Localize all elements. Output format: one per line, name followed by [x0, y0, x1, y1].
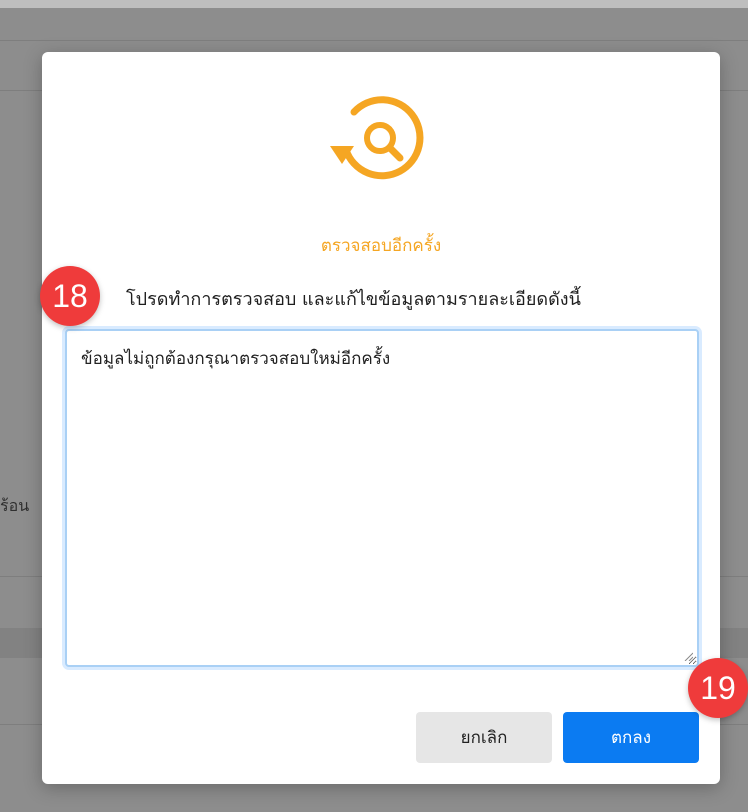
reason-field-wrapper: [65, 329, 699, 667]
dialog-message: โปรดทำการตรวจสอบ และแก้ไขข้อมูลตามรายละเ…: [126, 289, 581, 310]
refresh-search-icon: [330, 96, 424, 180]
recheck-dialog: ตรวจสอบอีกครั้ง โปรดทำการตรวจสอบ และแก้ไ…: [42, 52, 720, 784]
step-marker-19: 19: [688, 658, 748, 718]
background-topbar: [0, 0, 748, 8]
step-marker-18: 18: [40, 266, 100, 326]
reason-textarea[interactable]: [65, 329, 699, 667]
cancel-button[interactable]: ยกเลิก: [416, 712, 552, 763]
dialog-title: ตรวจสอบอีกครั้ง: [320, 236, 442, 256]
background-text: ร้อน: [0, 496, 30, 515]
confirm-button[interactable]: ตกลง: [563, 712, 699, 763]
background-divider: [0, 40, 748, 41]
